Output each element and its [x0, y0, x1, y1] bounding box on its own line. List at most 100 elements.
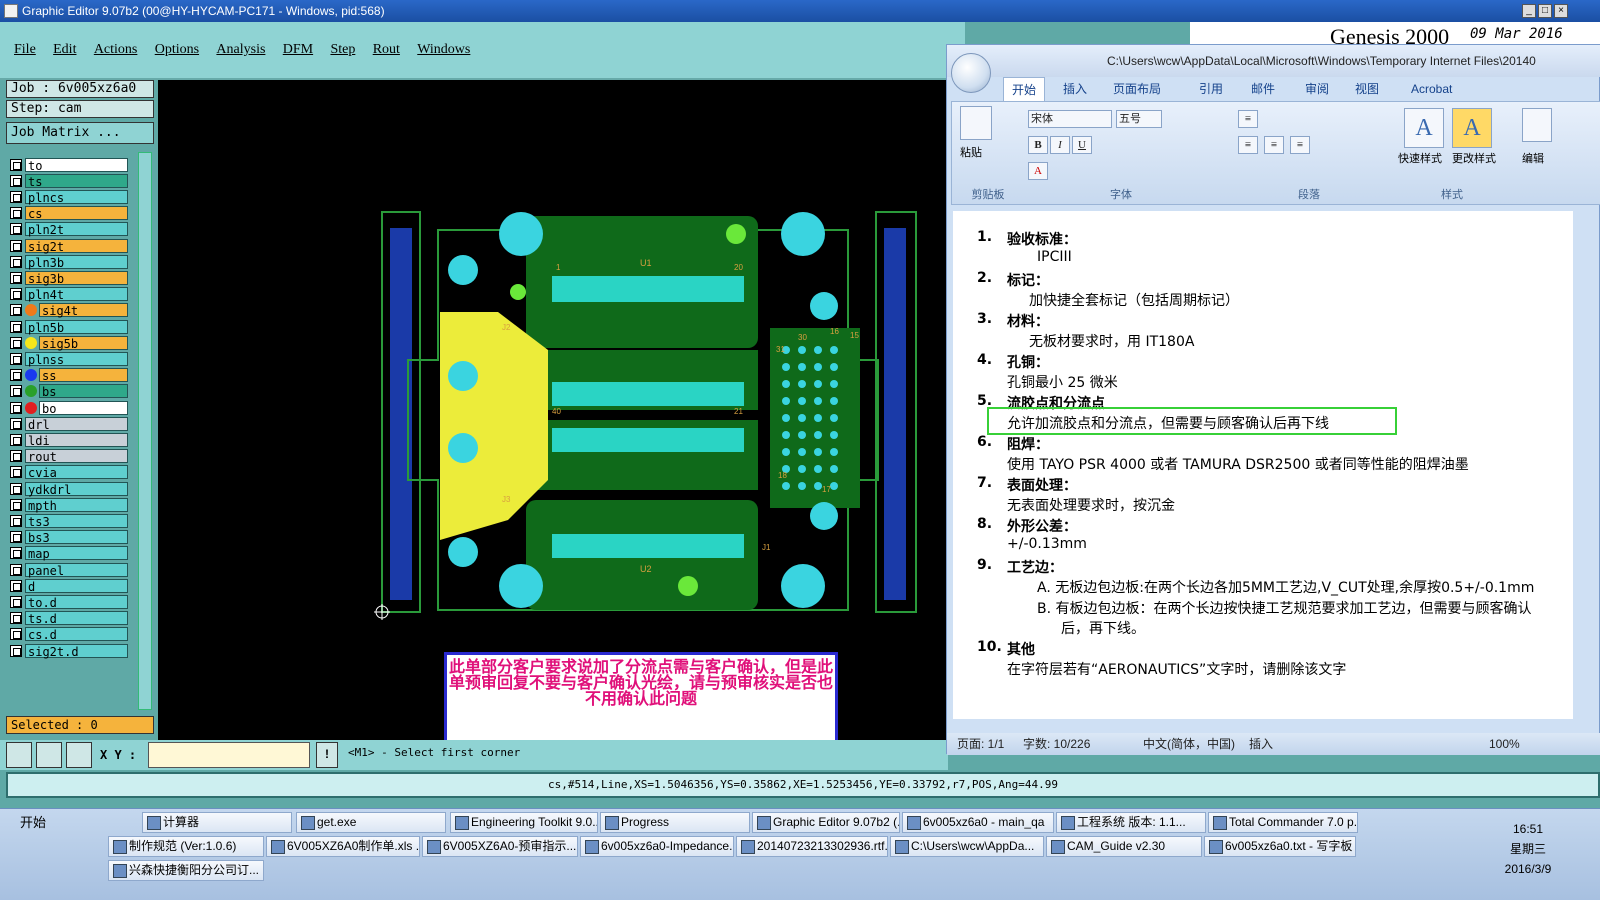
tab-home[interactable]: 开始	[1003, 77, 1046, 101]
tab-layout[interactable]: 页面布局	[1105, 77, 1169, 101]
layer-checkbox[interactable]	[10, 369, 22, 382]
layer-row[interactable]: panel	[10, 562, 128, 578]
layer-checkbox[interactable]	[10, 352, 22, 365]
menu-dfm[interactable]: DFM	[283, 42, 313, 58]
layer-checkbox[interactable]	[10, 271, 22, 284]
layer-scrollbar[interactable]	[138, 152, 152, 710]
font-size-select[interactable]: 五号	[1116, 110, 1162, 128]
layer-row[interactable]: to.d	[10, 594, 128, 610]
layer-row[interactable]: cs.d	[10, 627, 128, 642]
layer-checkbox[interactable]	[10, 466, 22, 479]
layer-checkbox[interactable]	[10, 255, 22, 268]
layer-checkbox[interactable]	[10, 450, 22, 463]
taskbar-item[interactable]: C:\Users\wcw\AppDa...	[890, 836, 1044, 857]
layer-checkbox[interactable]	[10, 304, 22, 317]
align-center-button[interactable]: ≡	[1264, 136, 1284, 154]
menu-options[interactable]: Options	[155, 42, 199, 58]
layer-row[interactable]: map	[10, 546, 128, 561]
layer-row[interactable]: ss	[10, 368, 128, 383]
layer-row[interactable]: drl	[10, 416, 128, 432]
info-icon[interactable]: !	[316, 742, 338, 768]
layer-row[interactable]: sig4t	[10, 303, 128, 318]
layer-checkbox[interactable]	[10, 223, 22, 236]
menu-analysis[interactable]: Analysis	[216, 42, 265, 58]
taskbar-item[interactable]: 20140723213302936.rtf...	[736, 836, 888, 857]
layer-checkbox[interactable]	[10, 531, 22, 544]
layer-row[interactable]: mpth	[10, 497, 128, 513]
taskbar-item[interactable]: 6v005xz6a0 - main_qa	[902, 812, 1054, 833]
layer-checkbox[interactable]	[10, 207, 22, 220]
align-right-button[interactable]: ≡	[1290, 136, 1310, 154]
taskbar-item[interactable]: 6V005XZ6A0制作单.xls ...	[266, 836, 420, 857]
layer-checkbox[interactable]	[10, 433, 22, 446]
job-matrix-button[interactable]: Job Matrix ...	[6, 122, 154, 144]
layer-checkbox[interactable]	[10, 336, 22, 349]
layer-row[interactable]: pln4t	[10, 287, 128, 302]
taskbar-item[interactable]: Graphic Editor 9.07b2 (...	[752, 812, 900, 833]
tab-acrobat[interactable]: Acrobat	[1403, 77, 1460, 101]
layer-checkbox[interactable]	[10, 644, 22, 657]
quick-style-button[interactable]: A	[1404, 108, 1444, 148]
layer-checkbox[interactable]	[10, 579, 22, 592]
layer-checkbox[interactable]	[10, 547, 22, 560]
tab-mailings[interactable]: 邮件	[1243, 77, 1283, 101]
zoom-window-icon[interactable]	[6, 742, 32, 768]
layer-row[interactable]: ts.d	[10, 611, 128, 626]
layer-row[interactable]: d	[10, 578, 128, 594]
taskbar-item[interactable]: 计算器	[142, 812, 292, 833]
layer-row[interactable]: cvia	[10, 465, 128, 480]
layer-checkbox[interactable]	[10, 612, 22, 625]
menu-actions[interactable]: Actions	[94, 42, 138, 58]
layer-checkbox[interactable]	[10, 385, 22, 398]
menu-windows[interactable]: Windows	[417, 42, 470, 58]
layer-row[interactable]: plncs	[10, 189, 128, 205]
layer-row[interactable]: bs	[10, 384, 128, 399]
underline-button[interactable]: U	[1072, 136, 1092, 154]
minimize-button[interactable]: _	[1522, 4, 1536, 18]
office-button[interactable]	[951, 53, 991, 93]
bullets-button[interactable]: ≡	[1238, 110, 1258, 128]
taskbar-item[interactable]: Total Commander 7.0 p...	[1208, 812, 1358, 833]
close-button[interactable]: ×	[1554, 4, 1568, 18]
menu-step[interactable]: Step	[330, 42, 355, 58]
layer-checkbox[interactable]	[10, 498, 22, 511]
layer-row[interactable]: ts	[10, 173, 128, 189]
layer-row[interactable]: sig2t.d	[10, 643, 128, 659]
layer-checkbox[interactable]	[10, 514, 22, 527]
grid-icon[interactable]	[66, 742, 92, 768]
tab-view[interactable]: 视图	[1347, 77, 1387, 101]
menu-rout[interactable]: Rout	[373, 42, 400, 58]
layer-checkbox[interactable]	[10, 288, 22, 301]
tab-insert[interactable]: 插入	[1055, 77, 1095, 101]
taskbar-item[interactable]: 工程系统 版本: 1.1...	[1056, 812, 1206, 833]
layer-row[interactable]: plnss	[10, 351, 128, 367]
layer-checkbox[interactable]	[10, 174, 22, 187]
taskbar-item[interactable]: 制作规范 (Ver:1.0.6)	[108, 836, 264, 857]
italic-button[interactable]: I	[1050, 136, 1070, 154]
layer-checkbox[interactable]	[10, 417, 22, 430]
maximize-button[interactable]: □	[1538, 4, 1552, 18]
measure-icon[interactable]	[36, 742, 62, 768]
taskbar-item[interactable]: CAM_Guide v2.30	[1046, 836, 1202, 857]
zoom-level[interactable]: 100%	[1489, 733, 1520, 755]
paste-icon[interactable]	[960, 106, 992, 140]
taskbar-item[interactable]: get.exe	[296, 812, 446, 833]
layer-row[interactable]: pln2t	[10, 222, 128, 237]
layer-row[interactable]: rout	[10, 449, 128, 464]
layer-row[interactable]: sig5b	[10, 335, 128, 351]
taskbar-item[interactable]: 6v005xz6a0.txt - 写字板	[1204, 836, 1356, 857]
taskbar-item[interactable]: Progress	[600, 812, 750, 833]
change-style-button[interactable]: A	[1452, 108, 1492, 148]
layer-checkbox[interactable]	[10, 595, 22, 608]
find-icon[interactable]	[1522, 108, 1552, 142]
layer-checkbox[interactable]	[10, 320, 22, 333]
layer-checkbox[interactable]	[10, 158, 22, 171]
bold-button[interactable]: B	[1028, 136, 1048, 154]
taskbar-item[interactable]: Engineering Toolkit 9.0...	[450, 812, 598, 833]
layer-row[interactable]: ydkdrl	[10, 481, 128, 497]
menu-file[interactable]: File	[14, 42, 36, 58]
layer-checkbox[interactable]	[10, 190, 22, 203]
layer-checkbox[interactable]	[10, 401, 22, 414]
font-color-button[interactable]: A	[1028, 162, 1048, 180]
layer-row[interactable]: pln5b	[10, 319, 128, 335]
